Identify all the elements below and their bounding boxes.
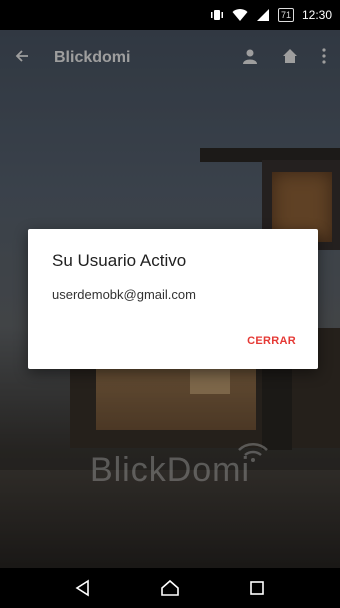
nav-home-icon[interactable] [150,568,190,608]
dialog-message: userdemobk@gmail.com [52,287,196,302]
status-time: 12:30 [301,8,332,22]
screen: 71 12:30 BlickDomi Blickdomi Su Usuario … [0,0,340,608]
navigation-bar [0,568,340,608]
wifi-icon [232,8,248,22]
battery-level: 71 [280,10,291,20]
battery-icon: 71 [277,8,294,22]
dialog-title: Su Usuario Activo [52,251,187,270]
nav-recents-icon[interactable] [237,568,277,608]
status-bar: 71 12:30 [0,0,340,30]
nav-back-icon[interactable] [63,568,103,608]
signal-icon [256,8,270,22]
close-button[interactable]: CERRAR [247,335,296,347]
active-user-dialog: Su Usuario Activo userdemobk@gmail.com C… [28,229,318,369]
vibrate-icon [210,8,224,22]
